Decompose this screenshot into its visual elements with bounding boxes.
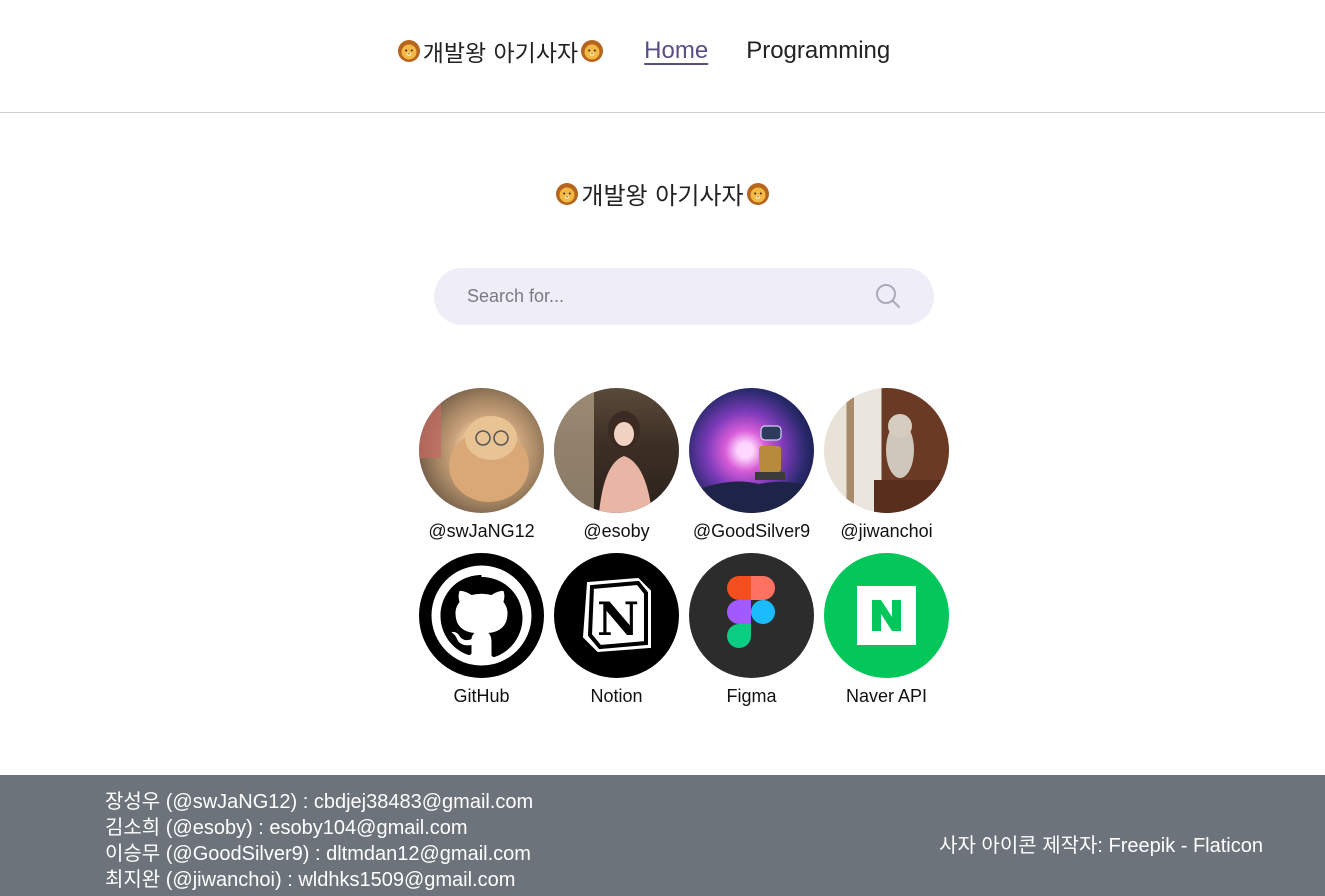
member-card-esoby[interactable]: @esoby: [554, 388, 679, 543]
member-card-goodsilver9[interactable]: @GoodSilver9: [689, 388, 814, 543]
link-grid: @swJaNG12 @esoby @GoodSilver9 @jiwanchoi…: [419, 388, 949, 708]
avatar: [554, 388, 679, 513]
brand-link[interactable]: 개발왕 아기사자: [397, 34, 604, 68]
tool-label: Figma: [726, 686, 777, 706]
member-handle: @swJaNG12: [428, 521, 535, 541]
tool-card-notion[interactable]: N Notion: [554, 553, 679, 708]
tool-label: GitHub: [453, 686, 510, 706]
navbar-inner: 개발왕 아기사자 Home Programming: [0, 34, 1325, 68]
tool-label: Notion: [590, 686, 643, 706]
github-icon: [419, 553, 544, 678]
tool-card-github[interactable]: GitHub: [419, 553, 544, 708]
lion-icon: [397, 39, 421, 63]
figma-icon: [689, 553, 814, 678]
lion-icon: [555, 182, 579, 206]
footer-contact: 이승무 (@GoodSilver9) : dltmdan12@gmail.com: [105, 843, 531, 865]
footer-contact: 장성우 (@swJaNG12) : cbdjej38483@gmail.com: [105, 791, 534, 813]
hero-title: 개발왕 아기사자: [0, 176, 1325, 211]
search-bar: [434, 268, 934, 325]
brand-title: 개발왕 아기사자: [422, 41, 579, 67]
top-navbar: 개발왕 아기사자 Home Programming: [0, 0, 1325, 113]
lion-icon: [746, 182, 770, 206]
member-card-swjang12[interactable]: @swJaNG12: [419, 388, 544, 543]
footer-credit[interactable]: 사자 아이콘 제작자: Freepik - Flaticon: [939, 829, 1263, 858]
footer: 장성우 (@swJaNG12) : cbdjej38483@gmail.com …: [0, 775, 1325, 896]
search-input[interactable]: [467, 280, 867, 313]
member-handle: @jiwanchoi: [840, 521, 933, 541]
lion-icon: [580, 39, 604, 63]
tool-label: Naver API: [845, 686, 928, 706]
footer-contact: 김소희 (@esoby) : esoby104@gmail.com: [105, 817, 468, 839]
hero-title-text: 개발왕 아기사자: [581, 182, 744, 210]
member-card-jiwanchoi[interactable]: @jiwanchoi: [824, 388, 949, 543]
svg-text:N: N: [597, 592, 639, 646]
tool-card-naver-api[interactable]: Naver API: [824, 553, 949, 708]
avatar: [419, 388, 544, 513]
nav-link-programming[interactable]: Programming: [746, 37, 890, 65]
nav-link-home[interactable]: Home: [644, 37, 708, 65]
notion-icon: N: [554, 553, 679, 678]
nav-links: Home Programming: [644, 37, 928, 65]
member-handle: @GoodSilver9: [692, 521, 811, 541]
avatar: [824, 388, 949, 513]
footer-contacts: 장성우 (@swJaNG12) : cbdjej38483@gmail.com …: [105, 789, 533, 893]
member-handle: @esoby: [583, 521, 650, 541]
tool-card-figma[interactable]: Figma: [689, 553, 814, 708]
footer-contact: 최지완 (@jiwanchoi) : wldhks1509@gmail.com: [105, 869, 516, 891]
search-icon[interactable]: [874, 282, 902, 310]
naver-icon: [824, 553, 949, 678]
avatar: [689, 388, 814, 513]
